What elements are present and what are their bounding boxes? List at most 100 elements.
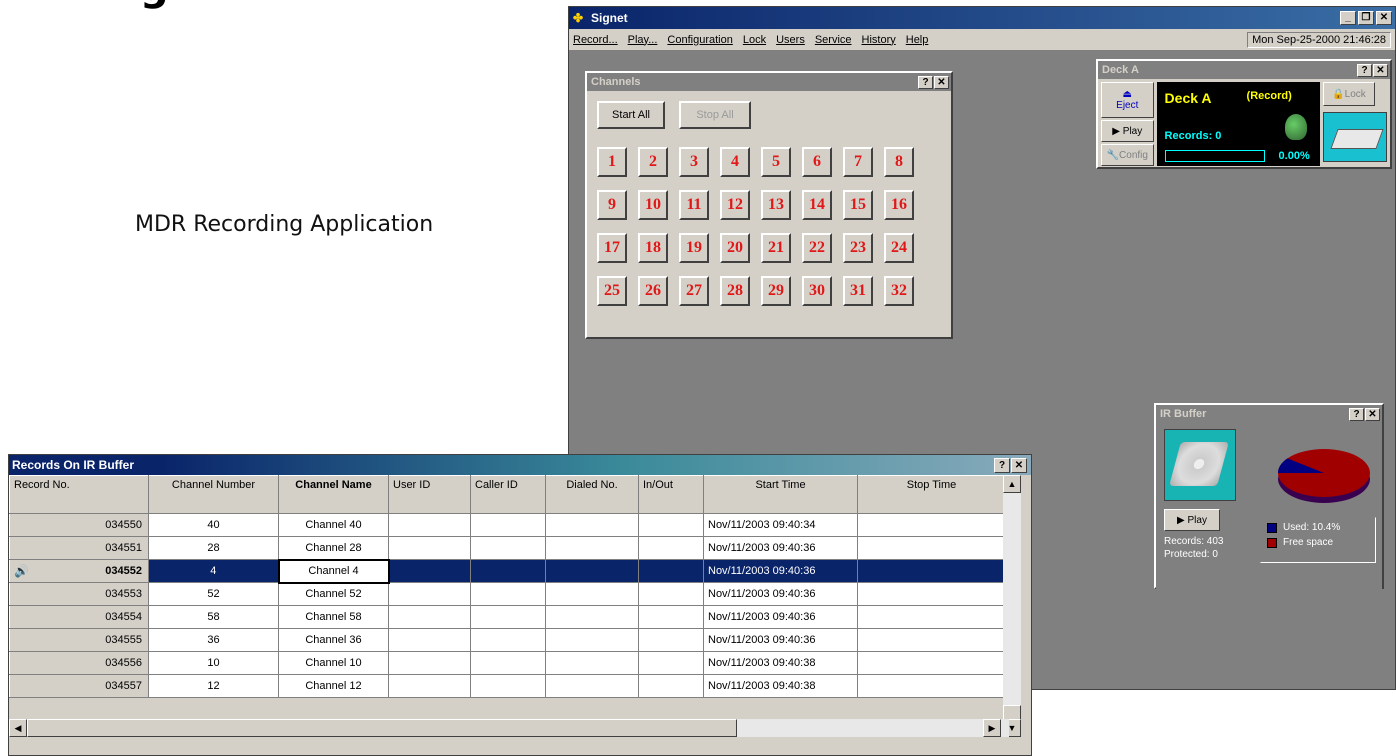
channel-button-1[interactable]: 1: [597, 147, 627, 177]
channel-button-14[interactable]: 14: [802, 190, 832, 220]
close-button[interactable]: ✕: [1376, 11, 1392, 25]
channel-button-18[interactable]: 18: [638, 233, 668, 263]
ir-play-button[interactable]: ▶ Play: [1164, 509, 1220, 531]
record-no-cell[interactable]: 034553: [9, 582, 149, 606]
table-row[interactable]: 034556 10 Channel 10 Nov/11/2003 09:40:38: [9, 651, 1006, 675]
scroll-right-arrow-icon[interactable]: ▶: [983, 719, 1001, 737]
channel-name-cell[interactable]: Channel 12: [278, 674, 389, 698]
record-no-cell[interactable]: 034551: [9, 536, 149, 560]
in-out-cell[interactable]: [638, 651, 704, 675]
menu-lock[interactable]: Lock: [743, 34, 766, 46]
record-no-cell[interactable]: 034556: [9, 651, 149, 675]
stop-time-cell[interactable]: [857, 605, 1006, 629]
close-button[interactable]: ✕: [934, 75, 949, 89]
menu-history[interactable]: History: [862, 34, 896, 46]
stop-time-cell[interactable]: [857, 536, 1006, 560]
in-out-cell[interactable]: [638, 559, 704, 583]
channel-number-cell[interactable]: 12: [148, 674, 279, 698]
channel-button-21[interactable]: 21: [761, 233, 791, 263]
menu-help[interactable]: Help: [906, 34, 929, 46]
record-no-cell[interactable]: 🔊 034552: [9, 559, 149, 583]
channel-button-31[interactable]: 31: [843, 276, 873, 306]
table-row[interactable]: 🔊 034552 4 Channel 4 Nov/11/2003 09:40:36: [9, 558, 1006, 584]
start-time-cell[interactable]: Nov/11/2003 09:40:36: [703, 582, 858, 606]
table-row[interactable]: 034557 12 Channel 12 Nov/11/2003 09:40:38: [9, 674, 1006, 698]
channel-button-10[interactable]: 10: [638, 190, 668, 220]
dialed-no-cell[interactable]: [545, 582, 639, 606]
col-channel-number[interactable]: Channel Number: [148, 475, 279, 514]
help-button[interactable]: ?: [1349, 407, 1364, 421]
table-row[interactable]: 034553 52 Channel 52 Nov/11/2003 09:40:36: [9, 582, 1006, 606]
start-time-cell[interactable]: Nov/11/2003 09:40:38: [703, 651, 858, 675]
channel-name-cell[interactable]: Channel 52: [278, 582, 389, 606]
channel-button-19[interactable]: 19: [679, 233, 709, 263]
user-id-cell[interactable]: [388, 513, 471, 537]
col-caller-id[interactable]: Caller ID: [470, 475, 546, 514]
stop-all-button[interactable]: Stop All: [679, 101, 751, 129]
channel-name-cell[interactable]: Channel 40: [278, 513, 389, 537]
channel-name-cell[interactable]: Channel 28: [278, 536, 389, 560]
start-time-cell[interactable]: Nov/11/2003 09:40:36: [703, 536, 858, 560]
caller-id-cell[interactable]: [470, 674, 546, 698]
ir-buffer-titlebar[interactable]: IR Buffer ? ✕: [1156, 405, 1382, 423]
col-user-id[interactable]: User ID: [388, 475, 471, 514]
caller-id-cell[interactable]: [470, 582, 546, 606]
col-channel-name[interactable]: Channel Name: [278, 475, 389, 514]
horizontal-scrollbar[interactable]: ◀ ▶: [9, 719, 1009, 737]
user-id-cell[interactable]: [388, 559, 471, 583]
col-dialed-no[interactable]: Dialed No.: [545, 475, 639, 514]
channel-button-24[interactable]: 24: [884, 233, 914, 263]
in-out-cell[interactable]: [638, 536, 704, 560]
record-no-cell[interactable]: 034550: [9, 513, 149, 537]
scroll-up-arrow-icon[interactable]: ▲: [1003, 475, 1021, 493]
stop-time-cell[interactable]: [857, 559, 1006, 583]
channel-button-15[interactable]: 15: [843, 190, 873, 220]
channel-number-cell[interactable]: 52: [148, 582, 279, 606]
channel-button-2[interactable]: 2: [638, 147, 668, 177]
app-titlebar[interactable]: ✤ Signet _ ❐ ✕: [569, 7, 1395, 29]
channel-button-13[interactable]: 13: [761, 190, 791, 220]
config-button[interactable]: 🔧 Config: [1101, 144, 1154, 166]
in-out-cell[interactable]: [638, 513, 704, 537]
channel-button-26[interactable]: 26: [638, 276, 668, 306]
start-time-cell[interactable]: Nov/11/2003 09:40:38: [703, 674, 858, 698]
channel-number-cell[interactable]: 10: [148, 651, 279, 675]
caller-id-cell[interactable]: [470, 651, 546, 675]
channel-name-cell[interactable]: Channel 4: [277, 558, 390, 584]
channel-button-5[interactable]: 5: [761, 147, 791, 177]
minimize-button[interactable]: _: [1340, 11, 1356, 25]
user-id-cell[interactable]: [388, 674, 471, 698]
channel-button-29[interactable]: 29: [761, 276, 791, 306]
table-row[interactable]: 034554 58 Channel 58 Nov/11/2003 09:40:36: [9, 605, 1006, 629]
channel-number-cell[interactable]: 36: [148, 628, 279, 652]
channel-number-cell[interactable]: 58: [148, 605, 279, 629]
start-all-button[interactable]: Start All: [597, 101, 665, 129]
play-button[interactable]: ▶ Play: [1101, 120, 1154, 142]
channel-button-7[interactable]: 7: [843, 147, 873, 177]
channel-button-4[interactable]: 4: [720, 147, 750, 177]
caller-id-cell[interactable]: [470, 536, 546, 560]
lock-button[interactable]: 🔒 Lock: [1323, 82, 1375, 106]
horizontal-scroll-thumb[interactable]: [27, 719, 737, 737]
channel-number-cell[interactable]: 4: [148, 559, 279, 583]
channel-name-cell[interactable]: Channel 10: [278, 651, 389, 675]
channel-button-22[interactable]: 22: [802, 233, 832, 263]
caller-id-cell[interactable]: [470, 605, 546, 629]
channel-button-12[interactable]: 12: [720, 190, 750, 220]
stop-time-cell[interactable]: [857, 674, 1006, 698]
table-row[interactable]: 034551 28 Channel 28 Nov/11/2003 09:40:36: [9, 536, 1006, 560]
dialed-no-cell[interactable]: [545, 536, 639, 560]
dialed-no-cell[interactable]: [545, 674, 639, 698]
close-button[interactable]: ✕: [1011, 457, 1027, 473]
channel-number-cell[interactable]: 40: [148, 513, 279, 537]
menu-play[interactable]: Play...: [628, 34, 658, 46]
channel-number-cell[interactable]: 28: [148, 536, 279, 560]
table-row[interactable]: 034555 36 Channel 36 Nov/11/2003 09:40:36: [9, 628, 1006, 652]
in-out-cell[interactable]: [638, 582, 704, 606]
channel-button-11[interactable]: 11: [679, 190, 709, 220]
channel-button-6[interactable]: 6: [802, 147, 832, 177]
channel-button-9[interactable]: 9: [597, 190, 627, 220]
menu-service[interactable]: Service: [815, 34, 852, 46]
help-button[interactable]: ?: [918, 75, 933, 89]
channel-button-25[interactable]: 25: [597, 276, 627, 306]
